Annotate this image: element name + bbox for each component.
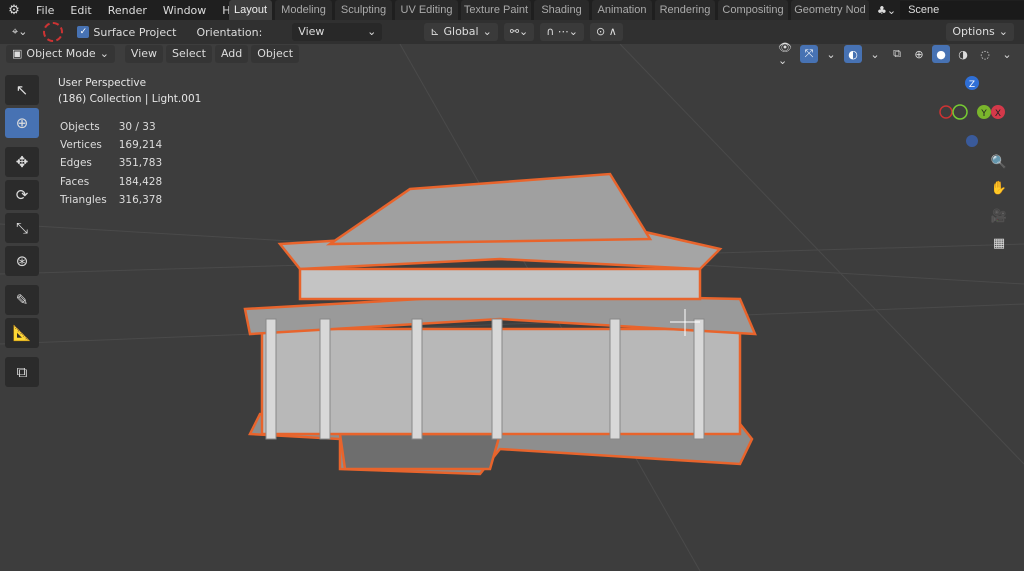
pivot-dropdown[interactable]: ⚯⌄: [503, 23, 535, 41]
scale-tool-icon[interactable]: ⤡: [5, 213, 39, 243]
gizmo-neg-y[interactable]: [952, 104, 968, 120]
menu-edit[interactable]: Edit: [62, 4, 99, 17]
transform-orientation-value: Global: [443, 25, 479, 38]
gizmo-neg-x[interactable]: [939, 105, 953, 119]
tab-compositing[interactable]: Compositing: [718, 0, 788, 20]
stat-label: Objects: [60, 121, 100, 133]
rotate-tool-icon[interactable]: ⟳: [5, 180, 39, 210]
stat-row: Edges 351,783: [60, 155, 172, 171]
options-label: Options: [952, 25, 995, 38]
add-cube-tool-icon[interactable]: ⧉: [5, 357, 39, 387]
stat-label: Faces: [60, 175, 90, 188]
move-tool-icon[interactable]: ✥: [5, 147, 39, 177]
zoom-icon[interactable]: 🔍: [988, 151, 1010, 173]
toolbar: ↖ ⊕ ✥ ⟳ ⤡ ⊛ ✎ 📐 ⧉: [5, 75, 42, 390]
stat-row: Triangles 316,378: [60, 192, 172, 208]
tab-texture-paint[interactable]: Texture Paint: [461, 0, 531, 20]
surface-project-label: Surface Project: [93, 25, 177, 39]
tab-animation[interactable]: Animation: [592, 0, 652, 20]
tab-modeling[interactable]: Modeling: [275, 0, 332, 20]
select-tool-icon[interactable]: ↖: [5, 75, 39, 105]
view-name: User Perspective: [58, 77, 147, 89]
surface-project-checkbox[interactable]: ✓ Surface Project: [77, 26, 176, 39]
stat-value: 184,428: [118, 175, 163, 188]
transform-orientation-dropdown[interactable]: ⊾ Global ⌄: [424, 23, 498, 41]
tab-geometry-nodes[interactable]: Geometry Nod: [791, 0, 869, 20]
navigation-gizmo[interactable]: Z Y X: [930, 70, 1010, 155]
collection-info: (186) Collection | Light.001: [58, 93, 202, 105]
scene-statistics: Objects 30 / 33 Vertices 169,214 Edges 351,…: [58, 117, 174, 210]
cursor-tool-icon[interactable]: ⊕: [5, 108, 39, 138]
gizmo-x-label: X: [995, 109, 1001, 119]
snap-dropdown[interactable]: ∩ ⋯⌄: [540, 23, 585, 41]
gizmo-neg-z[interactable]: [966, 135, 978, 147]
stat-value: 351,783: [118, 157, 163, 170]
perspective-grid-icon[interactable]: ▦: [988, 232, 1010, 254]
stat-row: Faces 184,428: [60, 174, 172, 190]
tool-settings-icon[interactable]: ⌖⌄: [6, 23, 34, 41]
tab-sculpting[interactable]: Sculpting: [335, 0, 392, 20]
stat-label: Triangles: [60, 193, 107, 206]
options-dropdown[interactable]: Options ⌄: [946, 23, 1014, 41]
proportional-edit-button[interactable]: ⊙ ∧: [590, 23, 623, 41]
stat-label: Edges: [60, 157, 92, 170]
menu-window[interactable]: Window: [155, 4, 214, 17]
stat-row: Vertices 169,214: [60, 137, 172, 153]
tab-uv-editing[interactable]: UV Editing: [395, 0, 458, 20]
tab-shading[interactable]: Shading: [534, 0, 589, 20]
scene-name-field[interactable]: [900, 1, 1024, 19]
scene-selector[interactable]: ♣⌄: [877, 0, 1024, 20]
stat-value: 169,214: [118, 139, 163, 152]
hand-pan-icon[interactable]: ✋: [988, 177, 1010, 199]
menu-render[interactable]: Render: [100, 4, 155, 17]
gizmo-z-label: Z: [969, 80, 975, 90]
tool-header: ⌖⌄ ✓ Surface Project Orientation: View ⌄ …: [0, 20, 1024, 44]
workspace-tabs: Layout Modeling Sculpting UV Editing Tex…: [229, 0, 869, 20]
gizmo-y-label: Y: [980, 109, 987, 119]
viewport-info: User Perspective (186) Collection | Ligh…: [58, 75, 201, 107]
tab-layout[interactable]: Layout: [229, 0, 272, 20]
annotate-tool-icon[interactable]: ✎: [5, 285, 39, 315]
tab-rendering[interactable]: Rendering: [655, 0, 715, 20]
scene-icon[interactable]: ♣⌄: [877, 4, 896, 17]
stat-value: 30 / 33: [118, 121, 156, 133]
orientation-value: View: [298, 25, 325, 38]
orientation-label: Orientation:: [196, 25, 263, 39]
blender-logo-icon[interactable]: ⚙: [0, 3, 28, 18]
measure-tool-icon[interactable]: 📐: [5, 318, 39, 348]
chevron-down-icon: ⌄: [367, 25, 377, 38]
menu-file[interactable]: File: [28, 4, 62, 17]
camera-icon[interactable]: 🎥: [988, 205, 1010, 227]
axes-icon: ⊾: [430, 25, 440, 38]
orientation-dropdown[interactable]: View ⌄: [292, 23, 383, 41]
stat-row: Objects 30 / 33: [60, 119, 172, 135]
cursor-tool-icon: [43, 22, 64, 42]
stat-label: Vertices: [60, 139, 102, 152]
stat-value: 316,378: [118, 193, 163, 206]
transform-tool-icon[interactable]: ⊛: [5, 246, 39, 276]
